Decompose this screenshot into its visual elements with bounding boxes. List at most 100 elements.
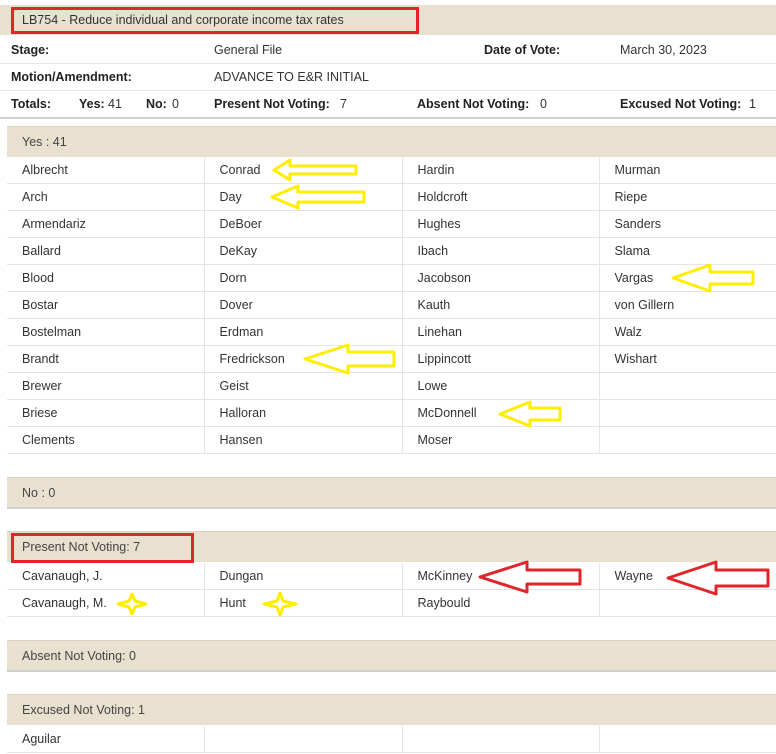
env-section-header: Excused Not Voting: 1 (7, 694, 776, 725)
pnv-total-value: 7 (340, 97, 347, 111)
voter-name-cell: Brandt (7, 345, 205, 373)
no-section-header: No : 0 (7, 477, 776, 508)
table-row: Clements Hansen Moser (7, 426, 776, 454)
pnv-voters-table: Cavanaugh, J. Dungan McKinney Wayne Cavanaug… (7, 563, 776, 617)
anv-total-value: 0 (540, 97, 547, 111)
table-row: Bostelman Erdman Linehan Walz (7, 318, 776, 346)
table-row: Cavanaugh, M. Hunt Raybould (7, 589, 776, 617)
voter-name-cell: Dorn (204, 264, 403, 292)
voter-name-cell: Briese (7, 399, 205, 427)
voter-name-cell: Brewer (7, 372, 205, 400)
voter-name-cell: Wishart (599, 345, 776, 373)
voter-name-cell: Armendariz (7, 210, 205, 238)
voter-name-cell: Slama (599, 237, 776, 265)
voter-name-cell: Moser (402, 426, 600, 454)
voter-name-cell: Halloran (204, 399, 403, 427)
voter-name-cell: Clements (7, 426, 205, 454)
voter-name-cell: Ballard (7, 237, 205, 265)
table-row: Blood Dorn Jacobson Vargas (7, 264, 776, 292)
table-row: Arch Day Holdcroft Riepe (7, 183, 776, 211)
env-section-title: Excused Not Voting: 1 (22, 703, 145, 717)
voter-name-cell: Kauth (402, 291, 600, 319)
voter-name-cell: Riepe (599, 183, 776, 211)
voter-name-cell: Hunt (204, 589, 403, 617)
no-section-title: No : 0 (22, 486, 56, 500)
voter-name-cell: Walz (599, 318, 776, 346)
pnv-section-title: Present Not Voting: 7 (22, 540, 141, 554)
date-value: March 30, 2023 (620, 43, 707, 57)
table-row: Armendariz DeBoer Hughes Sanders (7, 210, 776, 238)
anv-section-title: Absent Not Voting: 0 (22, 649, 136, 663)
table-row: Brewer Geist Lowe (7, 372, 776, 400)
motion-value: ADVANCE TO E&R INITIAL (214, 70, 369, 84)
voter-name-cell: Hardin (402, 157, 600, 184)
voter-name-cell (599, 589, 776, 617)
date-label: Date of Vote: (484, 43, 561, 57)
voter-name-cell: Erdman (204, 318, 403, 346)
voter-name-cell: McKinney (402, 563, 600, 590)
table-row: Albrecht Conrad Hardin Murman (7, 157, 776, 184)
voter-name-cell: Wayne (599, 563, 776, 590)
stage-label: Stage: (11, 43, 50, 57)
no-total-value: 0 (172, 97, 179, 111)
table-row: Briese Halloran McDonnell (7, 399, 776, 427)
voter-name-cell: Dungan (204, 563, 403, 590)
voter-name-cell: Cavanaugh, M. (7, 589, 205, 617)
voter-name-cell: Arch (7, 183, 205, 211)
voter-name-cell: Raybould (402, 589, 600, 617)
yes-voters-table: Albrecht Conrad Hardin Murman Arch Day Holdcro… (7, 157, 776, 454)
voter-name-cell: Hughes (402, 210, 600, 238)
totals-label: Totals: (11, 97, 52, 111)
voter-name-cell: Dover (204, 291, 403, 319)
yes-total-value: 41 (108, 97, 122, 111)
table-row: Ballard DeKay Ibach Slama (7, 237, 776, 265)
anv-total-label: Absent Not Voting: (417, 97, 530, 111)
pnv-section-header: Present Not Voting: 7 (7, 531, 776, 562)
env-total-value: 1 (749, 97, 756, 111)
voter-name-cell: Linehan (402, 318, 600, 346)
motion-row: Motion/Amendment: ADVANCE TO E&R INITIAL (0, 63, 776, 91)
anv-section-divider (7, 670, 776, 672)
stage-row: Stage: General File Date of Vote: March … (0, 36, 776, 64)
voter-name-cell: Lowe (402, 372, 600, 400)
voter-name-cell: Aguilar (7, 726, 205, 753)
voter-name-cell: Bostar (7, 291, 205, 319)
anv-section-header: Absent Not Voting: 0 (7, 640, 776, 671)
no-total-label: No: (146, 97, 167, 111)
env-total-label: Excused Not Voting: (620, 97, 742, 111)
voter-name-cell (204, 726, 403, 753)
voter-name-cell: McDonnell (402, 399, 600, 427)
table-row: Bostar Dover Kauth von Gillern (7, 291, 776, 319)
voter-name-cell: Ibach (402, 237, 600, 265)
totals-row: Totals: Yes: 41 No: 0 Present Not Voting… (0, 90, 776, 119)
voter-name-cell: Murman (599, 157, 776, 184)
voter-name-cell: Blood (7, 264, 205, 292)
voter-name-cell: Fredrickson (204, 345, 403, 373)
yes-total-label: Yes: (79, 97, 105, 111)
voter-name-cell (599, 426, 776, 454)
stage-value: General File (214, 43, 283, 57)
pnv-total-label: Present Not Voting: (214, 97, 330, 111)
voter-name-cell: Bostelman (7, 318, 205, 346)
table-row: Brandt Fredrickson Lippincott Wishart (7, 345, 776, 373)
voter-name-cell: Hansen (204, 426, 403, 454)
voter-name-cell (599, 372, 776, 400)
table-row: Cavanaugh, J. Dungan McKinney Wayne (7, 563, 776, 590)
voter-name-cell: DeKay (204, 237, 403, 265)
voter-name-cell (599, 399, 776, 427)
voter-name-cell: Conrad (204, 157, 403, 184)
voter-name-cell: Day (204, 183, 403, 211)
table-row: Aguilar (7, 726, 776, 753)
voter-name-cell: Vargas (599, 264, 776, 292)
voter-name-cell: Lippincott (402, 345, 600, 373)
voter-name-cell: DeBoer (204, 210, 403, 238)
voter-name-cell: Geist (204, 372, 403, 400)
yes-section-header: Yes : 41 (7, 126, 776, 157)
voter-name-cell: Albrecht (7, 157, 205, 184)
voter-name-cell: Sanders (599, 210, 776, 238)
yes-section-title: Yes : 41 (22, 135, 67, 149)
motion-label: Motion/Amendment: (11, 70, 132, 84)
env-voters-table: Aguilar (7, 726, 776, 753)
no-section-divider (7, 507, 776, 509)
voter-name-cell: von Gillern (599, 291, 776, 319)
